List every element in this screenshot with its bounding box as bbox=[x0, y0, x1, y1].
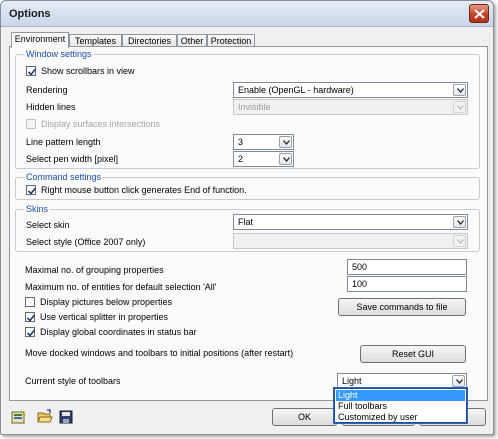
dropdown-option-customized[interactable]: Customized by user bbox=[336, 412, 465, 423]
chevron-down-icon bbox=[279, 136, 292, 148]
chevron-down-icon bbox=[279, 153, 292, 165]
ok-button[interactable]: OK bbox=[272, 408, 337, 426]
line-pattern-label: Line pattern length bbox=[26, 137, 101, 147]
dropdown-option-label: Customized by user bbox=[338, 412, 418, 422]
skin-select[interactable]: Flat bbox=[233, 214, 468, 230]
dropdown-option-label: Full toolbars bbox=[338, 401, 388, 411]
line-pattern-select[interactable]: 3 bbox=[233, 134, 294, 150]
global-coords-label: Display global coordinates in status bar bbox=[40, 327, 197, 337]
chevron-down-icon bbox=[453, 235, 466, 247]
tab-label: Directories bbox=[127, 36, 171, 46]
title-bar: Options bbox=[1, 1, 493, 27]
checkmark-icon bbox=[27, 68, 37, 76]
load-settings-icon[interactable] bbox=[11, 409, 27, 425]
open-folder-icon[interactable] bbox=[37, 409, 53, 425]
global-coords-checkbox[interactable] bbox=[25, 327, 36, 337]
move-docked-label: Move docked windows and toolbars to init… bbox=[25, 348, 294, 358]
grouping-label: Maximal no. of grouping properties bbox=[25, 265, 164, 275]
checkmark-icon bbox=[26, 314, 36, 322]
display-pictures-checkbox[interactable] bbox=[25, 297, 35, 307]
skins-group: Skins Select skin Flat Select style (Off… bbox=[15, 203, 480, 252]
tab-environment[interactable]: Environment bbox=[11, 32, 69, 48]
entities-input[interactable]: 100 bbox=[347, 276, 467, 292]
window-settings-group: Window settings Show scrollbars in view … bbox=[15, 48, 480, 169]
right-click-label: Right mouse button click generates End o… bbox=[41, 185, 247, 195]
rendering-select[interactable]: Enable (OpenGL - hardware) bbox=[233, 82, 468, 98]
tab-label: Templates bbox=[74, 36, 117, 46]
checkmark-icon bbox=[26, 329, 36, 337]
chevron-down-icon bbox=[453, 101, 466, 113]
vertical-splitter-checkbox[interactable] bbox=[25, 312, 36, 322]
select-style-label: Select style (Office 2007 only) bbox=[26, 237, 146, 247]
environment-panel: Window settings Show scrollbars in view … bbox=[9, 46, 488, 401]
line-pattern-value: 3 bbox=[238, 137, 244, 147]
vertical-splitter-label: Use vertical splitter in properties bbox=[40, 312, 169, 322]
close-button[interactable] bbox=[469, 4, 489, 23]
hidden-lines-value: Invisible bbox=[238, 102, 271, 112]
chevron-down-icon bbox=[453, 84, 466, 96]
skin-value: Flat bbox=[238, 217, 254, 227]
dropdown-option-full-toolbars[interactable]: Full toolbars bbox=[336, 401, 465, 412]
rendering-value: Enable (OpenGL - hardware) bbox=[238, 85, 354, 95]
hidden-lines-label: Hidden lines bbox=[26, 102, 76, 112]
command-settings-group: Command settings Right mouse button clic… bbox=[15, 171, 480, 200]
close-icon bbox=[474, 9, 485, 19]
save-commands-button[interactable]: Save commands to file bbox=[338, 298, 466, 316]
checkmark-icon bbox=[27, 187, 37, 195]
style-select[interactable] bbox=[233, 233, 468, 249]
pen-width-select[interactable]: 2 bbox=[233, 151, 294, 167]
right-click-checkbox[interactable] bbox=[26, 185, 37, 195]
skins-legend: Skins bbox=[24, 203, 51, 215]
ok-label: OK bbox=[297, 412, 311, 422]
reset-gui-label: Reset GUI bbox=[391, 349, 434, 359]
dropdown-option-label: Light bbox=[338, 390, 358, 400]
command-settings-legend: Command settings bbox=[24, 171, 104, 183]
save-commands-label: Save commands to file bbox=[356, 302, 448, 312]
entities-value: 100 bbox=[352, 279, 368, 289]
tab-label: Environment bbox=[14, 34, 66, 44]
hidden-lines-select[interactable]: Invisible bbox=[233, 99, 468, 115]
dropdown-option-light[interactable]: Light bbox=[336, 390, 465, 401]
display-surfaces-checkbox[interactable] bbox=[26, 119, 36, 129]
tab-label: Other bbox=[180, 36, 204, 46]
toolbar-style-select[interactable]: Light bbox=[337, 373, 467, 389]
chevron-down-icon bbox=[452, 375, 465, 387]
pen-width-label: Select pen width [pixel] bbox=[26, 154, 119, 164]
entities-label: Maximum no. of entities for default sele… bbox=[25, 282, 217, 292]
rendering-label: Rendering bbox=[26, 85, 68, 95]
show-scrollbars-label: Show scrollbars in view bbox=[41, 66, 135, 76]
grouping-value: 500 bbox=[352, 262, 368, 272]
toolbar-style-value: Light bbox=[342, 376, 362, 386]
chevron-down-icon bbox=[453, 216, 466, 228]
options-dialog: Options Environment Templates Directorie… bbox=[0, 0, 494, 435]
tab-label: Protection bbox=[210, 36, 252, 46]
select-skin-label: Select skin bbox=[26, 220, 70, 230]
pen-width-value: 2 bbox=[238, 154, 244, 164]
window-settings-legend: Window settings bbox=[24, 48, 94, 60]
display-pictures-label: Display pictures below properties bbox=[40, 297, 173, 307]
toolbar-style-dropdown-list: Light Full toolbars Customized by user bbox=[334, 388, 467, 423]
reset-gui-button[interactable]: Reset GUI bbox=[360, 345, 466, 363]
display-surfaces-label: Display surfaces intersections bbox=[41, 119, 161, 129]
dialog-title: Options bbox=[9, 8, 51, 20]
grouping-input[interactable]: 500 bbox=[347, 259, 467, 275]
show-scrollbars-checkbox[interactable] bbox=[26, 66, 37, 76]
save-disk-icon[interactable] bbox=[58, 409, 74, 425]
toolbar-style-label: Current style of toolbars bbox=[25, 376, 121, 386]
